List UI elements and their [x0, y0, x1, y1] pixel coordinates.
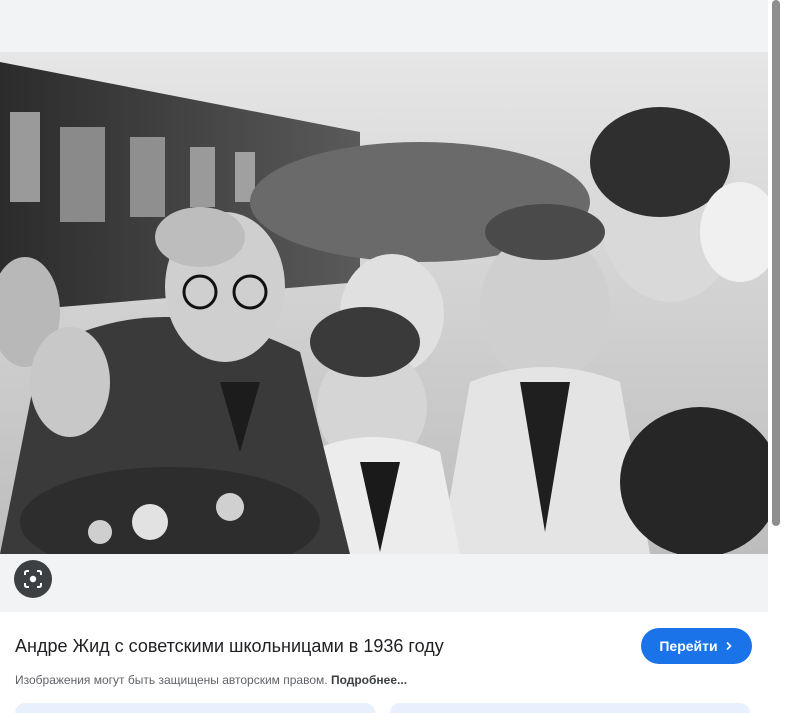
image-footer-band: [0, 554, 768, 612]
copyright-notice: Изображения могут быть защищены авторски…: [15, 673, 407, 687]
result-title[interactable]: Андре Жид с советскими школьницами в 193…: [15, 636, 444, 657]
visit-button-label: Перейти: [659, 638, 718, 654]
related-card-right[interactable]: [390, 703, 750, 713]
image-viewer-panel: Андре Жид с советскими школьницами в 193…: [0, 0, 792, 713]
preview-image[interactable]: [0, 52, 768, 554]
top-spacer: [0, 0, 768, 52]
scrollbar-thumb[interactable]: [772, 0, 780, 526]
photo-illustration: [0, 52, 768, 554]
chevron-right-icon: [726, 641, 732, 651]
visit-button[interactable]: Перейти: [641, 628, 752, 664]
learn-more-link[interactable]: Подробнее...: [331, 673, 407, 687]
lens-search-button[interactable]: [14, 560, 52, 598]
lens-icon: [24, 570, 42, 588]
related-card-left[interactable]: [15, 703, 375, 713]
copyright-text: Изображения могут быть защищены авторски…: [15, 673, 328, 687]
